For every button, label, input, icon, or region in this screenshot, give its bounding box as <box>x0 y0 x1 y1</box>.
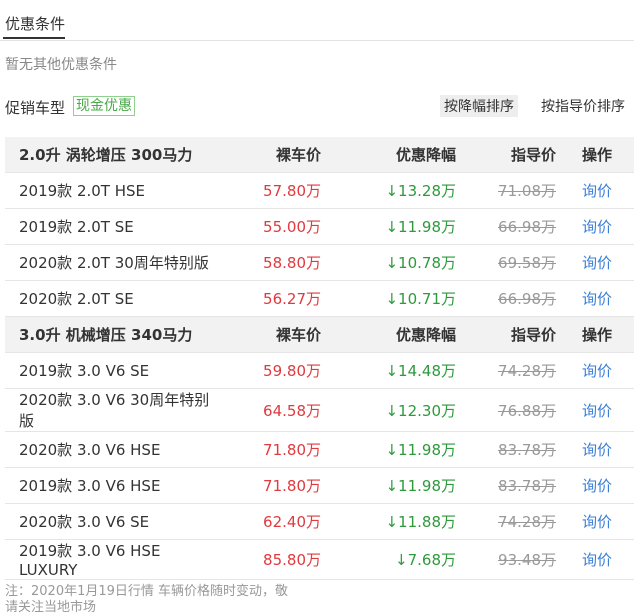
col-header-msrp: 指导价 <box>476 137 576 173</box>
action-cell: 询价 <box>576 388 634 432</box>
tab-active-indicator <box>3 37 65 39</box>
col-header-price: 裸车价 <box>211 137 341 173</box>
inquire-price-link[interactable]: 询价 <box>582 254 612 272</box>
bare-price: 71.80万 <box>211 431 341 468</box>
table-row: 2020款 3.0 V6 HSE 71.80万 ↓11.98万 83.78万 询价 <box>5 431 634 468</box>
msrp-price: 71.08万 <box>476 172 576 209</box>
discount-amount: ↓14.48万 <box>341 352 476 389</box>
inquire-price-link[interactable]: 询价 <box>582 402 612 420</box>
inquire-price-link[interactable]: 询价 <box>582 290 612 308</box>
action-cell: 询价 <box>576 244 634 281</box>
model-name: 2020款 3.0 V6 HSE <box>5 431 211 468</box>
msrp-price: 76.88万 <box>476 388 576 432</box>
sort-by-msrp-button[interactable]: 按指导价排序 <box>537 95 629 117</box>
section-engine-title: 3.0升 机械增压 340马力 <box>5 316 211 353</box>
tab-discount-conditions[interactable]: 优惠条件 <box>5 13 65 34</box>
section-header: 2.0升 涡轮增压 300马力 裸车价 优惠降幅 指导价 操作 <box>5 137 634 173</box>
action-cell: 询价 <box>576 431 634 468</box>
discount-amount: ↓11.98万 <box>341 208 476 245</box>
action-cell: 询价 <box>576 352 634 389</box>
section-engine-title: 2.0升 涡轮增压 300马力 <box>5 137 211 173</box>
inquire-price-link[interactable]: 询价 <box>582 362 612 380</box>
msrp-price: 83.78万 <box>476 431 576 468</box>
table-row: 2019款 2.0T HSE 57.80万 ↓13.28万 71.08万 询价 <box>5 172 634 209</box>
model-name: 2020款 2.0T 30周年特别版 <box>5 244 211 281</box>
msrp-price: 66.98万 <box>476 280 576 317</box>
action-cell: 询价 <box>576 208 634 245</box>
table-row: 2019款 3.0 V6 HSE 71.80万 ↓11.98万 83.78万 询价 <box>5 467 634 504</box>
discount-amount: ↓7.68万 <box>341 539 476 580</box>
col-header-action: 操作 <box>576 137 634 173</box>
footnote-line-2: 请关注当地市场 <box>5 600 97 615</box>
table-row: 2020款 2.0T SE 56.27万 ↓10.71万 66.98万 询价 <box>5 280 634 317</box>
discount-amount: ↓12.30万 <box>341 388 476 432</box>
table-row: 2020款 3.0 V6 30周年特别版 64.58万 ↓12.30万 76.88万询… <box>5 388 634 432</box>
inquire-price-link[interactable]: 询价 <box>582 218 612 236</box>
discount-amount: ↓13.28万 <box>341 172 476 209</box>
table-row: 2019款 2.0T SE 55.00万 ↓11.98万 66.98万 询价 <box>5 208 634 245</box>
price-table: 2.0升 涡轮增压 300马力 裸车价 优惠降幅 指导价 操作 2019款 2.0T HS… <box>5 137 634 580</box>
col-header-discount: 优惠降幅 <box>341 316 476 353</box>
discount-amount: ↓11.88万 <box>341 503 476 540</box>
discount-amount: ↓10.78万 <box>341 244 476 281</box>
promo-models-label: 促销车型 <box>5 99 66 117</box>
bare-price: 62.40万 <box>211 503 341 540</box>
bare-price: 85.80万 <box>211 539 341 580</box>
model-name: 2020款 3.0 V6 SE <box>5 503 211 540</box>
model-name: 2019款 2.0T SE <box>5 208 211 245</box>
model-name: 2019款 3.0 V6 HSE LUXURY <box>5 539 211 580</box>
bare-price: 55.00万 <box>211 208 341 245</box>
model-name: 2020款 3.0 V6 30周年特别版 <box>5 388 211 432</box>
sort-by-discount-button[interactable]: 按降幅排序 <box>440 95 518 117</box>
inquire-price-link[interactable]: 询价 <box>582 182 612 200</box>
col-header-action: 操作 <box>576 316 634 353</box>
cash-discount-tag[interactable]: 现金优惠 <box>73 96 135 116</box>
model-name: 2020款 2.0T SE <box>5 280 211 317</box>
action-cell: 询价 <box>576 503 634 540</box>
msrp-price: 69.58万 <box>476 244 576 281</box>
msrp-price: 74.28万 <box>476 503 576 540</box>
table-row: 2019款 3.0 V6 SE 59.80万 ↓14.48万 74.28万 询价 <box>5 352 634 389</box>
action-cell: 询价 <box>576 172 634 209</box>
table-row: 2020款 3.0 V6 SE 62.40万 ↓11.88万 74.28万 询价 <box>5 503 634 540</box>
table-row: 2020款 2.0T 30周年特别版 58.80万 ↓10.78万 69.58万 询价 <box>5 244 634 281</box>
model-name: 2019款 3.0 V6 SE <box>5 352 211 389</box>
action-cell: 询价 <box>576 280 634 317</box>
action-cell: 询价 <box>576 539 634 580</box>
msrp-price: 66.98万 <box>476 208 576 245</box>
discount-amount: ↓11.98万 <box>341 431 476 468</box>
no-conditions-text: 暂无其他优惠条件 <box>5 57 117 73</box>
action-cell: 询价 <box>576 467 634 504</box>
bare-price: 56.27万 <box>211 280 341 317</box>
msrp-price: 74.28万 <box>476 352 576 389</box>
bare-price: 59.80万 <box>211 352 341 389</box>
table-row: 2019款 3.0 V6 HSE LUXURY 85.80万 ↓7.68万 93.48… <box>5 539 634 580</box>
discount-amount: ↓11.98万 <box>341 467 476 504</box>
col-header-price: 裸车价 <box>211 316 341 353</box>
msrp-price: 83.78万 <box>476 467 576 504</box>
col-header-discount: 优惠降幅 <box>341 137 476 173</box>
msrp-price: 93.48万 <box>476 539 576 580</box>
divider <box>0 40 634 41</box>
inquire-price-link[interactable]: 询价 <box>582 513 612 531</box>
section-header: 3.0升 机械增压 340马力 裸车价 优惠降幅 指导价 操作 <box>5 316 634 353</box>
discount-amount: ↓10.71万 <box>341 280 476 317</box>
bare-price: 57.80万 <box>211 172 341 209</box>
bare-price: 71.80万 <box>211 467 341 504</box>
inquire-price-link[interactable]: 询价 <box>582 441 612 459</box>
inquire-price-link[interactable]: 询价 <box>582 551 612 569</box>
col-header-msrp: 指导价 <box>476 316 576 353</box>
bare-price: 58.80万 <box>211 244 341 281</box>
inquire-price-link[interactable]: 询价 <box>582 477 612 495</box>
bare-price: 64.58万 <box>211 388 341 432</box>
model-name: 2019款 3.0 V6 HSE <box>5 467 211 504</box>
model-name: 2019款 2.0T HSE <box>5 172 211 209</box>
